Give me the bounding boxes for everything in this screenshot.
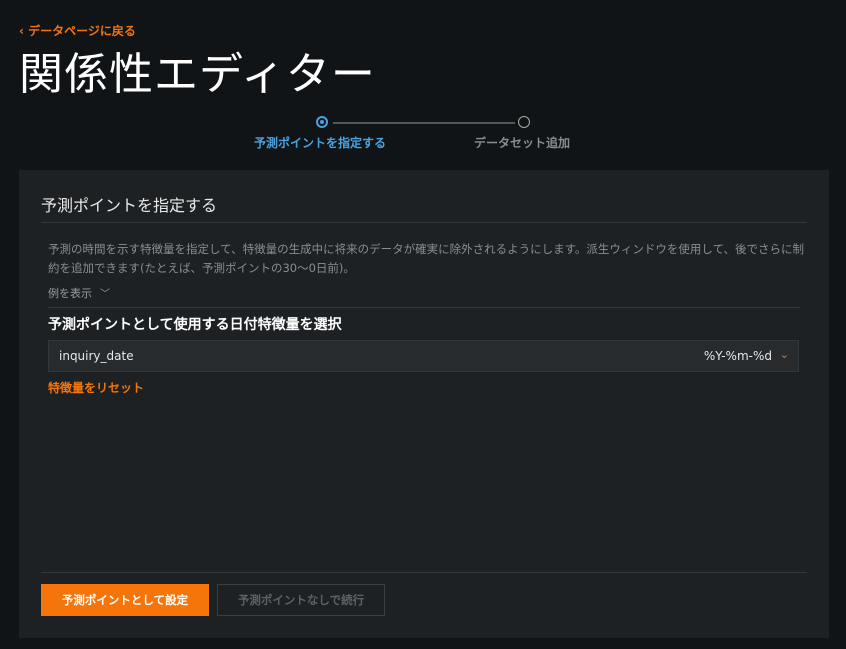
set-prediction-point-button[interactable]: 予測ポイントとして設定 [41,584,209,616]
date-feature-select[interactable]: inquiry_date %Y-%m-%d ⌄ [48,340,799,372]
step-specify-prediction-point: 予測ポイントを指定する [254,136,387,150]
prediction-point-panel: 予測ポイントを指定する 予測の時間を示す特徴量を指定して、特徴量の生成中に将来の… [19,170,829,638]
selected-feature: inquiry_date [59,349,134,363]
date-feature-label: 予測ポイントとして使用する日付特徴量を選択 [48,317,342,333]
page-title: 関係性エディター [19,49,376,100]
chevron-down-icon: ﹀ [100,289,110,300]
step-active-indicator-icon [316,116,328,128]
continue-without-prediction-point-button[interactable]: 予測ポイントなしで続行 [217,584,385,616]
step-connector [333,122,515,124]
back-to-data-page-link[interactable]: ‹ データページに戻る [19,22,136,39]
stepper: 予測ポイントを指定する データセット追加 [0,114,846,154]
divider [48,307,800,308]
step-pending-indicator-icon [518,116,530,128]
date-format: %Y-%m-%d [703,349,772,363]
show-examples-label: 例を表示 [48,287,92,300]
divider [41,572,807,573]
show-examples-toggle[interactable]: 例を表示 ﹀ [48,285,110,301]
reset-feature-link[interactable]: 特徴量をリセット [48,379,144,396]
chevron-left-icon: ‹ [19,24,29,38]
panel-title: 予測ポイントを指定する [41,196,218,215]
panel-description: 予測の時間を示す特徴量を指定して、特徴量の生成中に将来のデータが確実に除外される… [48,242,805,275]
divider [41,222,807,223]
chevron-down-icon: ⌄ [779,348,789,361]
step-add-dataset: データセット追加 [474,136,571,150]
